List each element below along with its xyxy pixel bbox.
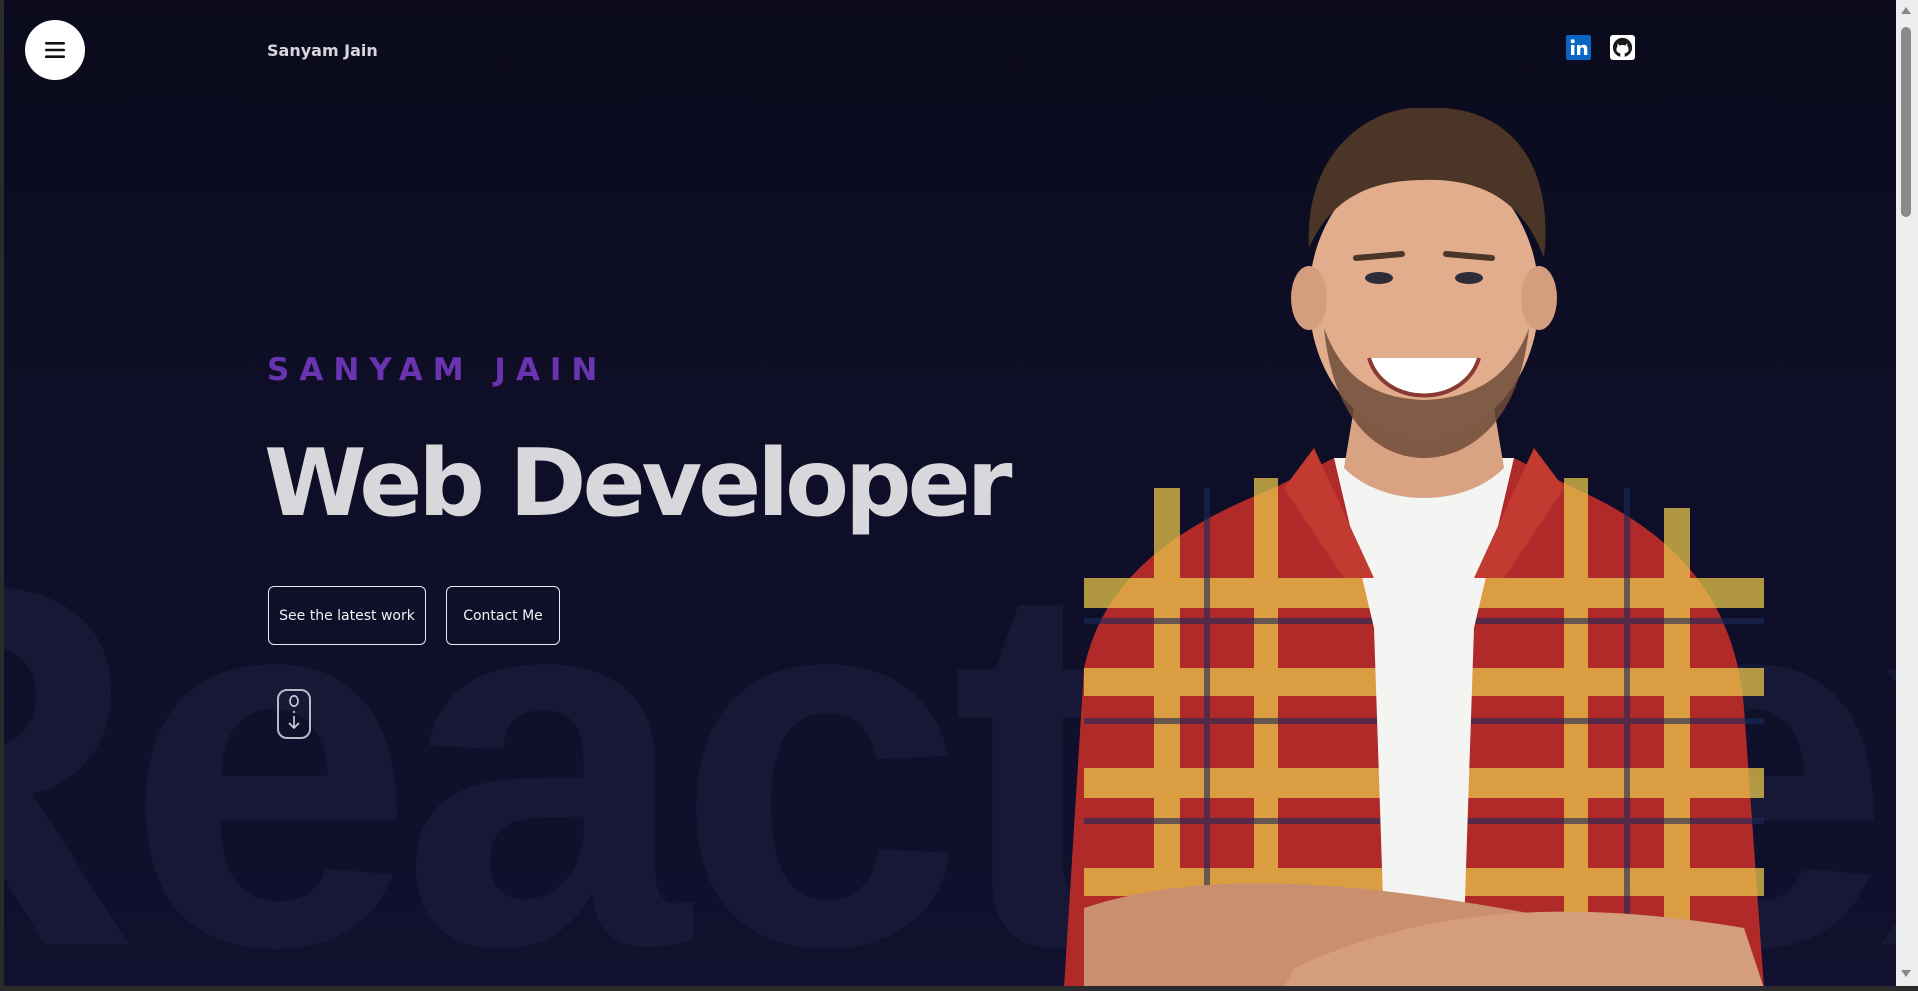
hamburger-icon [45, 42, 65, 58]
hero-headline: Web Developer [264, 429, 1013, 537]
hero-portrait [1064, 108, 1764, 986]
menu-button[interactable] [25, 20, 85, 80]
scroll-down-icon[interactable] [1901, 970, 1911, 977]
page: React NextJS Sanyam Jain SANYAM JAIN Web… [4, 0, 1896, 986]
brand-name[interactable]: Sanyam Jain [267, 41, 378, 60]
scroll-thumb[interactable] [1901, 27, 1911, 217]
hero-eyebrow: SANYAM JAIN [267, 352, 608, 388]
scroll-up-icon[interactable] [1901, 7, 1911, 14]
mouse-scroll-icon[interactable] [276, 688, 312, 740]
see-latest-work-button[interactable]: See the latest work [268, 586, 426, 645]
contact-me-button[interactable]: Contact Me [446, 586, 560, 645]
github-icon[interactable] [1610, 35, 1635, 60]
linkedin-icon[interactable] [1566, 35, 1591, 60]
scrollbar[interactable] [1896, 0, 1918, 986]
